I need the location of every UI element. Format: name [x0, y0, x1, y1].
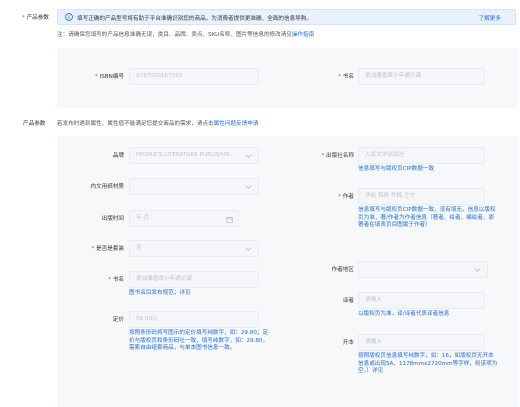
- required-mark: *: [95, 74, 98, 80]
- publisher-label-text: 出版社名称: [326, 153, 354, 159]
- book-label: * 书名: [80, 275, 124, 283]
- format-label: 开本: [342, 340, 354, 346]
- publisher-value: 人民文学出版社: [365, 152, 405, 158]
- brand-value: PEOPLE'S LITERATURE PUBLISHIN...: [136, 152, 235, 158]
- note-text: 注：请确保您填写的产品信息准确无误，类目、品牌、卖点、SKU名称、图片等信息的修…: [57, 32, 292, 38]
- author-label-text: 作者: [342, 194, 354, 200]
- pub-time-label: 出版时间: [101, 216, 124, 222]
- is-set-label: * 是否是套装: [72, 244, 124, 252]
- format-placeholder: 请输入: [365, 339, 382, 345]
- region-label: 作者地区: [331, 267, 354, 273]
- brand-label: 品牌: [112, 153, 124, 159]
- section-label: 产品参数: [26, 15, 49, 21]
- publisher-hint: 信息填写与版权页CIP数据一致: [358, 166, 435, 172]
- price-label: 定价: [112, 317, 124, 323]
- required-mark: *: [321, 153, 325, 159]
- publisher-label: * 出版社名称: [300, 151, 354, 159]
- isbn-input[interactable]: 9787020167593: [129, 68, 259, 85]
- params-label-top: * 产品参数: [22, 13, 49, 21]
- learn-more-link[interactable]: 了解更多: [479, 14, 501, 22]
- translator-label: 译者: [342, 298, 354, 304]
- isbn-label-text: ISBN编号: [99, 74, 124, 80]
- book-label-text: 书名: [112, 277, 124, 283]
- required-mark: *: [338, 194, 342, 200]
- feedback-link[interactable]: 属性问题反馈申请: [214, 121, 259, 127]
- paper-select[interactable]: [129, 178, 259, 195]
- book-value: 瓷油庸盘章小年通识课: [136, 276, 192, 282]
- params-label-bottom: 产品参数: [23, 121, 46, 127]
- format-input[interactable]: 请输入: [358, 334, 485, 351]
- translator-placeholder: 请输入: [365, 297, 382, 303]
- price-input[interactable]: 56.00元: [129, 311, 259, 328]
- publisher-input[interactable]: 人民文学出版社: [358, 147, 485, 164]
- region-select[interactable]: [358, 261, 488, 278]
- notice-bar: 填写正确的产品型号将有助于平台准确识别您的商品，为消费者提供更准确、全面的信息导…: [57, 9, 516, 25]
- calendar-icon: [226, 215, 233, 223]
- note-line: 注：请确保您填写的产品信息准确无误，类目、品牌、卖点、SKU名称、图片等信息的修…: [57, 30, 314, 38]
- is-set-select[interactable]: 否: [129, 240, 259, 257]
- required-mark: *: [338, 74, 342, 80]
- book-hint[interactable]: 图书名目发布规范；详见: [129, 290, 259, 298]
- isbn-label: * ISBN编号: [80, 72, 124, 80]
- author-value: 华杭 韩昂 乔楠 王宁: [365, 193, 416, 199]
- params-desc: 若发布时遇到属性、属性值不能满足您提交商品的需求，请点击属性问题反馈申请: [57, 119, 258, 127]
- book-input[interactable]: 瓷油庸盘章小年通识课: [129, 271, 259, 288]
- is-set-label-text: 是否是套装: [96, 246, 124, 252]
- required-mark: *: [22, 15, 25, 21]
- is-set-value: 否: [136, 245, 142, 251]
- author-input[interactable]: 华杭 韩昂 乔楠 王宁: [358, 188, 485, 205]
- notice-text: 填写正确的产品型号将有助于平台准确识别您的商品，为消费者提供更准确、全面的信息导…: [77, 16, 312, 22]
- chevron-down-icon: [245, 246, 252, 252]
- required-mark: *: [91, 246, 95, 252]
- translator-input[interactable]: 请输入: [358, 292, 485, 309]
- book-name-label-text: 书名: [342, 74, 354, 80]
- pub-time-placeholder: 年-月: [136, 215, 150, 221]
- format-hint: 按照版权页信息填写纯数字，如：16，如版权页无开本信息或出现5A、1178mmx…: [358, 353, 498, 374]
- guide-link[interactable]: 操作指南: [292, 32, 314, 38]
- translator-hint: 以版权页为准，译/译者代表译者信息: [358, 311, 450, 317]
- params-desc-text: 若发布时遇到属性、属性值不能满足您提交商品的需求，请点击: [57, 121, 214, 127]
- info-icon: [65, 13, 73, 21]
- author-hint: 信息填写与版权页CIP数据一致，没有填无。信息以版权页为准，著/作者为作者信息（…: [358, 207, 496, 228]
- book-name-value: 瓷油庸盘章小年通识课: [365, 73, 421, 79]
- brand-select[interactable]: PEOPLE'S LITERATURE PUBLISHIN...: [129, 147, 259, 164]
- book-name-label-top: * 书名: [314, 72, 354, 80]
- book-name-input-top[interactable]: 瓷油庸盘章小年通识课: [358, 68, 485, 85]
- required-mark: *: [108, 277, 112, 283]
- pub-time-input[interactable]: 年-月: [129, 210, 239, 227]
- price-hint: 按照条形码将写图示的定价填写纯数字，如：29.80；定价与版权页和条形码吐一致，…: [129, 330, 269, 351]
- price-value: 56.00元: [136, 316, 158, 322]
- chevron-down-icon: [474, 267, 481, 273]
- paper-label: 内文用纸材质: [90, 184, 124, 190]
- isbn-value: 9787020167593: [136, 73, 183, 79]
- chevron-down-icon: [245, 153, 252, 159]
- author-label: * 作者: [310, 192, 354, 200]
- chevron-down-icon: [245, 184, 252, 190]
